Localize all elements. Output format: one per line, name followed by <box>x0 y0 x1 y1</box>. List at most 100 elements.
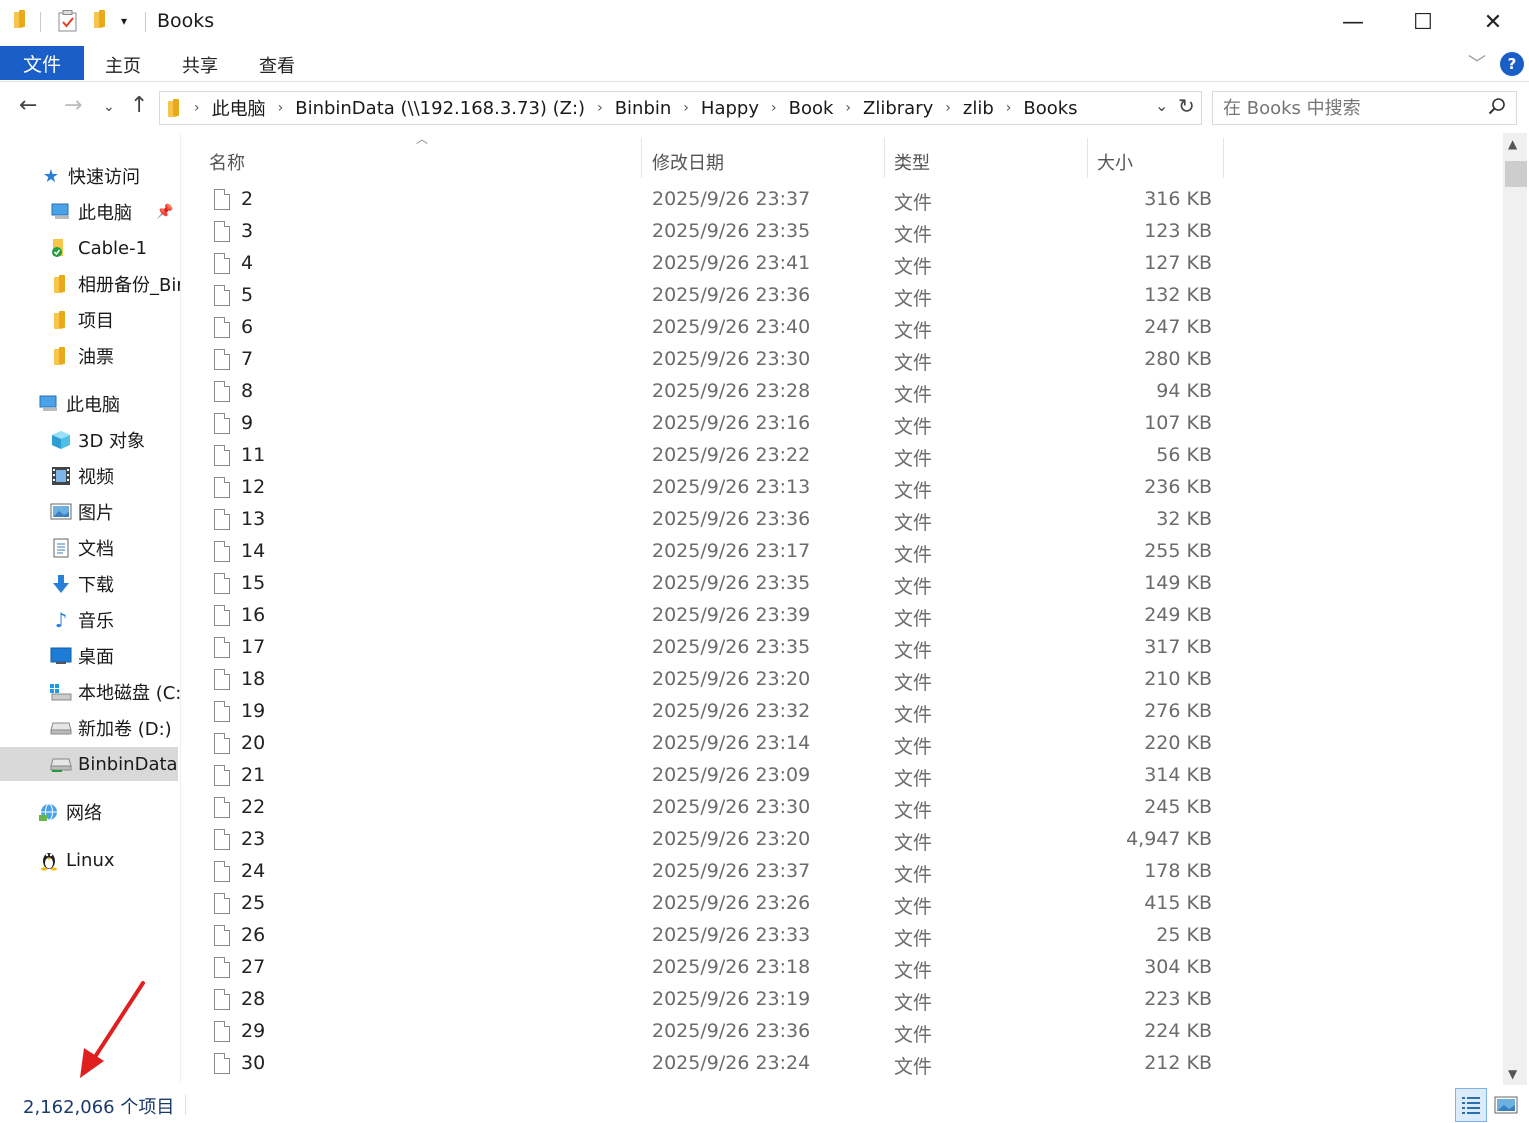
table-row[interactable]: 2 2025/9/26 23:37 文件 316 KB <box>195 184 1225 216</box>
chevron-right-icon[interactable]: › <box>597 100 603 116</box>
column-header-type[interactable]: 类型 <box>894 142 930 182</box>
properties-icon[interactable] <box>58 10 78 32</box>
scroll-down-arrow-icon[interactable]: ▼ <box>1508 1067 1517 1081</box>
up-arrow-icon[interactable]: ↑ <box>130 93 148 118</box>
recent-locations-chevron-icon[interactable]: ⌄ <box>103 99 115 115</box>
table-row[interactable]: 28 2025/9/26 23:19 文件 223 KB <box>195 984 1225 1016</box>
sidebar-item-music[interactable]: ♪ 音乐 <box>50 603 114 637</box>
sidebar-item-projects[interactable]: 项目 <box>50 303 114 337</box>
table-row[interactable]: 23 2025/9/26 23:20 文件 4,947 KB <box>195 824 1225 856</box>
chevron-right-icon[interactable]: › <box>1006 100 1012 116</box>
breadcrumb-item[interactable]: 此电脑 <box>212 95 266 121</box>
sidebar-item-pictures[interactable]: 图片 <box>50 495 114 529</box>
tab-home[interactable]: 主页 <box>105 52 141 78</box>
expand-ribbon-chevron-icon[interactable]: ﹀ <box>1468 50 1486 76</box>
table-row[interactable]: 30 2025/9/26 23:24 文件 212 KB <box>195 1048 1225 1080</box>
column-header-modified[interactable]: 修改日期 <box>652 142 724 182</box>
tab-view[interactable]: 查看 <box>259 52 295 78</box>
sidebar-item-local-disk-c[interactable]: 本地磁盘 (C: <box>50 675 180 709</box>
table-row[interactable]: 15 2025/9/26 23:35 文件 149 KB <box>195 568 1225 600</box>
file-list[interactable]: ︿ 名称 修改日期 类型 大小 2 2025/9/26 23:37 文件 316 KB… <box>195 132 1500 1084</box>
maximize-button[interactable]: ☐ <box>1388 0 1458 44</box>
breadcrumb-item[interactable]: BinbinData (\\192.168.3.73) (Z:) <box>295 98 585 119</box>
customize-toolbar-chevron-icon[interactable]: ▾ <box>121 14 127 28</box>
table-row[interactable]: 12 2025/9/26 23:13 文件 236 KB <box>195 472 1225 504</box>
minimize-button[interactable]: — <box>1318 0 1388 44</box>
breadcrumb-item[interactable]: zlib <box>963 98 994 119</box>
sidebar-item-new-volume-d[interactable]: 新加卷 (D:) <box>50 711 172 745</box>
sidebar-item-cable-1[interactable]: Cable-1 <box>50 231 147 265</box>
close-button[interactable]: ✕ <box>1458 0 1528 44</box>
table-row[interactable]: 27 2025/9/26 23:18 文件 304 KB <box>195 952 1225 984</box>
sidebar-item-quick-access[interactable]: ★ 快速访问 <box>40 159 140 193</box>
breadcrumb-item[interactable]: Happy <box>701 98 759 119</box>
breadcrumb-item[interactable]: Binbin <box>615 98 672 119</box>
table-row[interactable]: 7 2025/9/26 23:30 文件 280 KB <box>195 344 1225 376</box>
chevron-right-icon[interactable]: › <box>945 100 951 116</box>
sidebar-item-fuel-tickets[interactable]: 油票 <box>50 339 114 373</box>
forward-arrow-icon[interactable]: → <box>64 93 82 118</box>
new-folder-icon[interactable] <box>94 10 108 28</box>
chevron-right-icon[interactable]: › <box>194 100 200 116</box>
column-divider[interactable] <box>1087 138 1088 178</box>
table-row[interactable]: 24 2025/9/26 23:37 文件 178 KB <box>195 856 1225 888</box>
scroll-up-arrow-icon[interactable]: ▲ <box>1508 137 1517 151</box>
sidebar-item-documents[interactable]: 文档 <box>50 531 114 565</box>
large-icons-view-button[interactable] <box>1490 1088 1522 1122</box>
sidebar-item-this-pc-pinned[interactable]: 此电脑 📌 <box>50 195 173 229</box>
chevron-right-icon[interactable]: › <box>278 100 284 116</box>
sidebar-item-videos[interactable]: 视频 <box>50 459 114 493</box>
table-row[interactable]: 20 2025/9/26 23:14 文件 220 KB <box>195 728 1225 760</box>
chevron-right-icon[interactable]: › <box>771 100 777 116</box>
search-icon[interactable] <box>1488 97 1506 119</box>
breadcrumb-item[interactable]: Book <box>789 98 834 119</box>
column-divider[interactable] <box>1223 138 1224 178</box>
sidebar-item-network[interactable]: 网络 <box>38 795 102 829</box>
table-row[interactable]: 21 2025/9/26 23:09 文件 314 KB <box>195 760 1225 792</box>
tab-share[interactable]: 共享 <box>182 52 218 78</box>
column-header-name[interactable]: 名称 <box>209 142 245 182</box>
table-row[interactable]: 17 2025/9/26 23:35 文件 317 KB <box>195 632 1225 664</box>
address-bar[interactable]: › 此电脑 › BinbinData (\\192.168.3.73) (Z:)… <box>159 91 1202 125</box>
sidebar-item-binbindata[interactable]: BinbinData <box>0 747 178 781</box>
breadcrumb-item[interactable]: Books <box>1023 98 1077 119</box>
sidebar-item-downloads[interactable]: 下载 <box>50 567 114 601</box>
sidebar-item-linux[interactable]: Linux <box>38 843 115 877</box>
table-row[interactable]: 13 2025/9/26 23:36 文件 32 KB <box>195 504 1225 536</box>
address-dropdown-chevron-icon[interactable]: ⌄ <box>1155 96 1168 115</box>
chevron-right-icon[interactable]: › <box>845 100 851 116</box>
pane-divider[interactable] <box>180 132 181 1084</box>
sidebar-item-desktop[interactable]: 桌面 <box>50 639 114 673</box>
sidebar-item-this-pc[interactable]: 此电脑 <box>38 387 120 421</box>
search-box[interactable] <box>1212 91 1517 125</box>
scrollbar-thumb[interactable] <box>1505 161 1527 187</box>
table-row[interactable]: 25 2025/9/26 23:26 文件 415 KB <box>195 888 1225 920</box>
search-input[interactable] <box>1213 92 1473 124</box>
sidebar-item-album-backup[interactable]: 相册备份_Bir <box>50 267 180 301</box>
table-row[interactable]: 29 2025/9/26 23:36 文件 224 KB <box>195 1016 1225 1048</box>
column-divider[interactable] <box>884 138 885 178</box>
table-row[interactable]: 16 2025/9/26 23:39 文件 249 KB <box>195 600 1225 632</box>
back-arrow-icon[interactable]: ← <box>19 93 37 118</box>
navigation-pane[interactable]: ★ 快速访问 此电脑 📌 Cable-1 相册备份_Bir 项目 油票 此电脑 … <box>0 140 180 1085</box>
table-row[interactable]: 5 2025/9/26 23:36 文件 132 KB <box>195 280 1225 312</box>
breadcrumb-item[interactable]: Zlibrary <box>863 98 933 119</box>
tab-file[interactable]: 文件 <box>0 46 84 80</box>
table-row[interactable]: 22 2025/9/26 23:30 文件 245 KB <box>195 792 1225 824</box>
table-row[interactable]: 14 2025/9/26 23:17 文件 255 KB <box>195 536 1225 568</box>
chevron-right-icon[interactable]: › <box>683 100 689 116</box>
vertical-scrollbar[interactable]: ▲ ▼ <box>1503 133 1527 1085</box>
table-row[interactable]: 6 2025/9/26 23:40 文件 247 KB <box>195 312 1225 344</box>
table-row[interactable]: 3 2025/9/26 23:35 文件 123 KB <box>195 216 1225 248</box>
table-row[interactable]: 18 2025/9/26 23:20 文件 210 KB <box>195 664 1225 696</box>
sidebar-item-3d-objects[interactable]: 3D 对象 <box>50 423 145 457</box>
table-row[interactable]: 8 2025/9/26 23:28 文件 94 KB <box>195 376 1225 408</box>
pin-icon[interactable]: 📌 <box>156 204 173 220</box>
table-row[interactable]: 26 2025/9/26 23:33 文件 25 KB <box>195 920 1225 952</box>
help-icon[interactable]: ? <box>1500 52 1524 76</box>
refresh-icon[interactable]: ↻ <box>1178 94 1195 118</box>
column-header-size[interactable]: 大小 <box>1097 142 1133 182</box>
table-row[interactable]: 19 2025/9/26 23:32 文件 276 KB <box>195 696 1225 728</box>
table-row[interactable]: 9 2025/9/26 23:16 文件 107 KB <box>195 408 1225 440</box>
table-row[interactable]: 4 2025/9/26 23:41 文件 127 KB <box>195 248 1225 280</box>
